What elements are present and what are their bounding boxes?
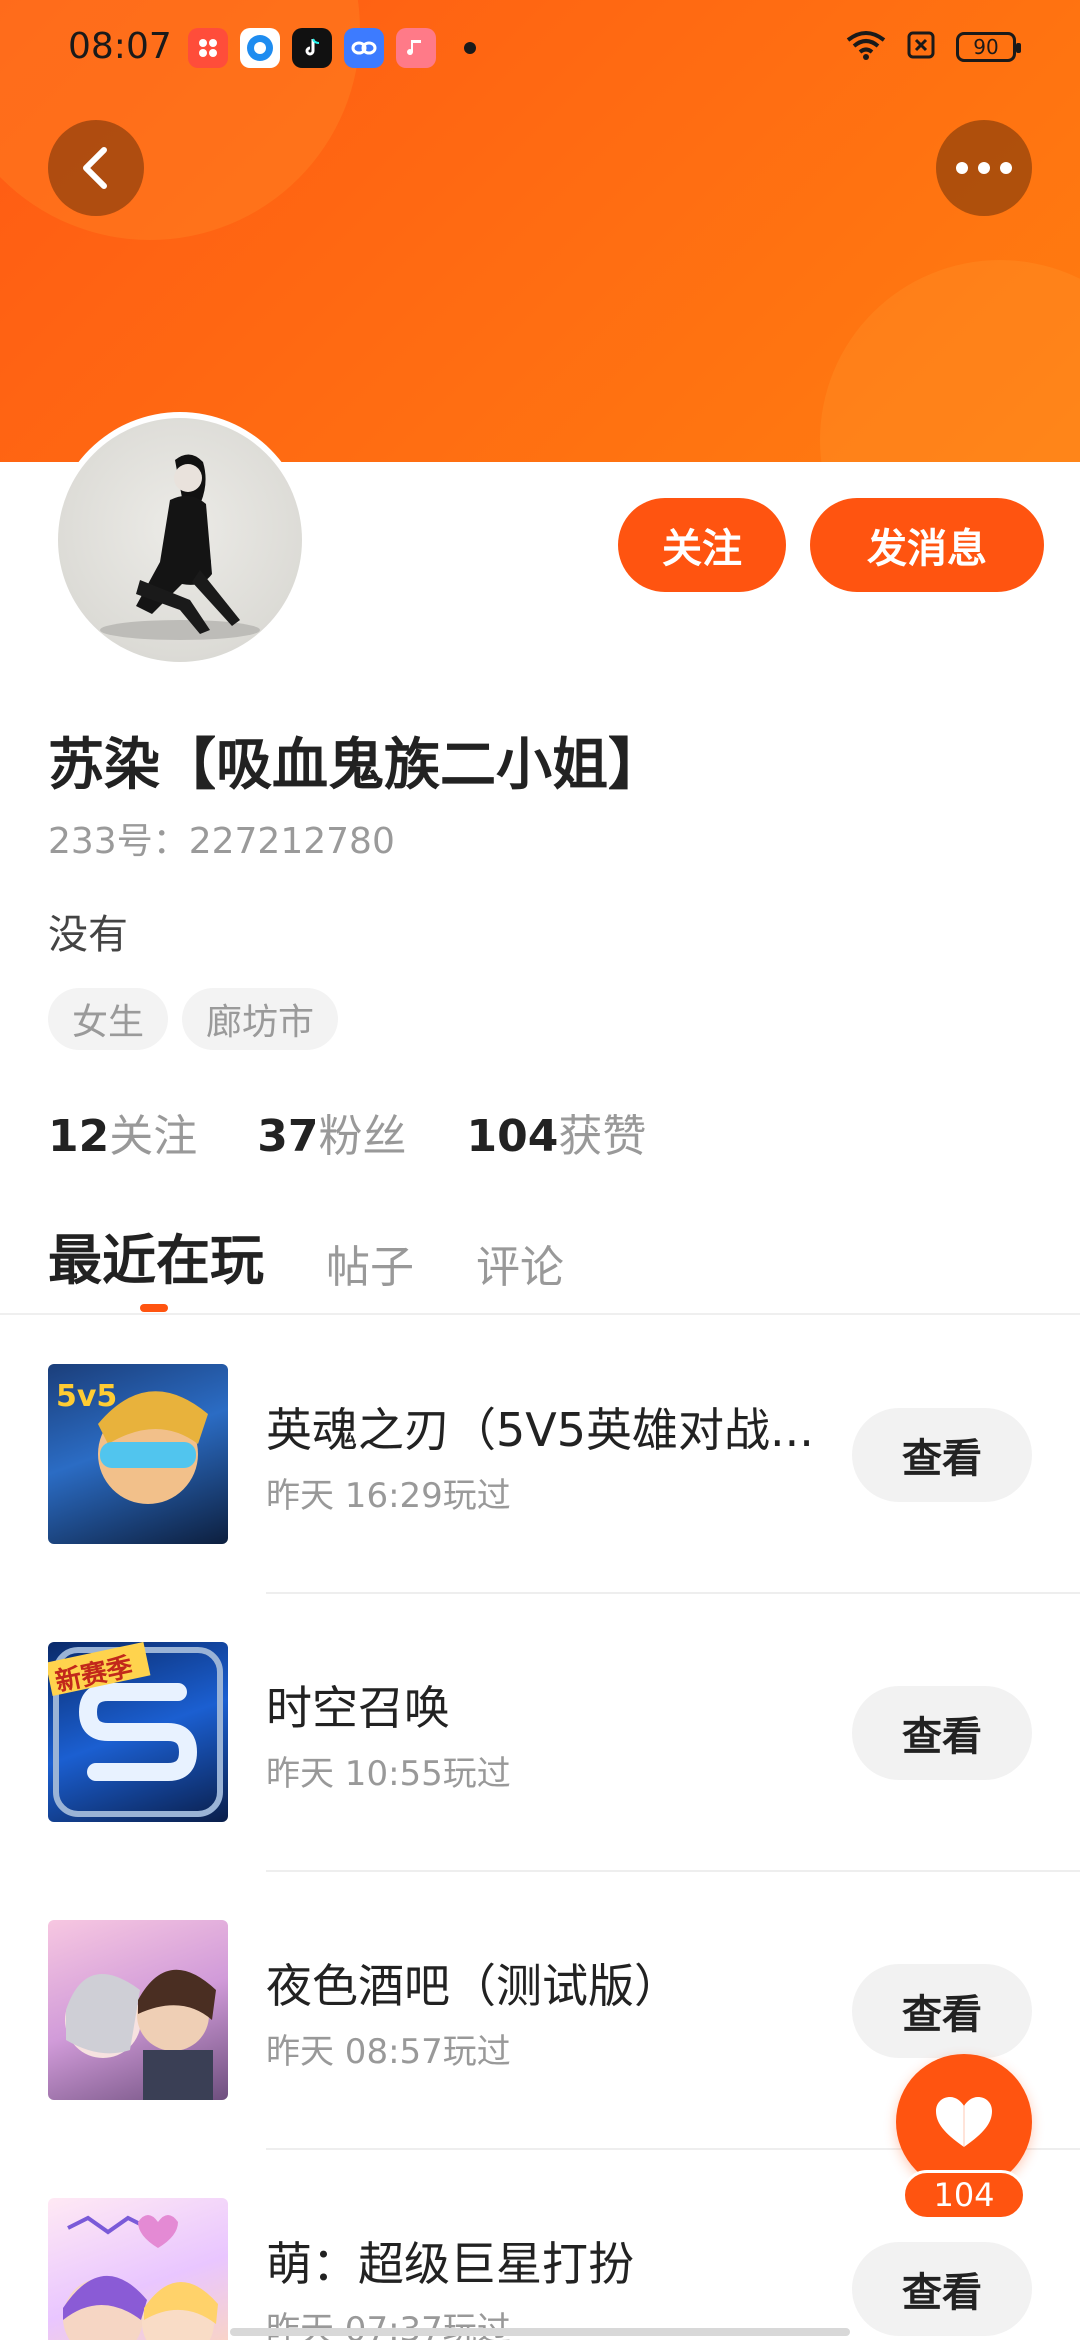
like-count-badge: 104 [902, 2170, 1026, 2220]
system-status-icons: 90 [846, 30, 1021, 64]
view-button[interactable]: 查看 [852, 1408, 1032, 1502]
game-name: 萌：超级巨星打扮 [266, 2237, 634, 2291]
profile-tabs: 最近在玩 帖子 评论 [48, 1216, 564, 1295]
link-icon [344, 28, 384, 68]
view-button[interactable]: 查看 [852, 1964, 1032, 2058]
list-item[interactable]: 5v5 英魂之刃（5V5英雄对战... 昨天 16:29玩过 查看 [0, 1316, 1080, 1594]
status-bar: 08:07 90 [0, 0, 1080, 96]
view-button[interactable]: 查看 [852, 2242, 1032, 2336]
music-icon [396, 28, 436, 68]
sim-off-icon [906, 30, 936, 64]
tag-gender: 女生 [48, 988, 169, 1050]
game-icon [48, 2198, 228, 2340]
stat-label: 获赞 [558, 1111, 647, 1162]
banner-decoration [820, 260, 1080, 462]
stat-number: 104 [466, 1111, 559, 1162]
follow-button[interactable]: 关注 [618, 498, 786, 592]
stat-number: 12 [48, 1111, 110, 1162]
wifi-icon [846, 30, 886, 64]
user-id: 233号：227212780 [48, 821, 395, 862]
bio: 没有 [48, 912, 128, 958]
stat-following[interactable]: 12 关注 [48, 1100, 197, 1164]
tab-comments[interactable]: 评论 [476, 1231, 564, 1295]
stat-followers[interactable]: 37 粉丝 [257, 1100, 406, 1164]
stats-row: 12 关注 37 粉丝 104 获赞 [48, 1100, 646, 1164]
game-name: 时空召唤 [266, 1681, 450, 1735]
heart-icon [936, 2097, 992, 2147]
game-name: 夜色酒吧（测试版） [266, 1959, 680, 2013]
message-button[interactable]: 发消息 [810, 498, 1044, 592]
stat-label: 粉丝 [318, 1111, 407, 1162]
stat-likes: 104 获赞 [466, 1100, 646, 1164]
tabs-divider [0, 1313, 1080, 1315]
view-button[interactable]: 查看 [852, 1686, 1032, 1780]
more-dots-icon [956, 162, 1012, 174]
battery-level: 90 [973, 35, 999, 59]
battery-icon: 90 [956, 32, 1021, 62]
tiktok-icon [292, 28, 332, 68]
tag-list: 女生 廊坊市 [48, 988, 339, 1050]
svg-text:5v5: 5v5 [56, 1379, 117, 1414]
game-icon: 5v5 [48, 1364, 228, 1544]
tag-location: 廊坊市 [182, 988, 339, 1050]
browser-icon [240, 28, 280, 68]
game-name: 英魂之刃（5V5英雄对战... [266, 1403, 814, 1457]
status-time: 08:07 [68, 26, 172, 67]
notification-dot [464, 42, 476, 54]
back-button[interactable] [48, 120, 144, 216]
home-indicator[interactable] [230, 2328, 850, 2336]
tab-recently-played[interactable]: 最近在玩 [48, 1216, 264, 1295]
app-grid-icon [188, 28, 228, 68]
game-icon: 新赛季 [48, 1642, 228, 1822]
chevron-left-icon [83, 147, 107, 189]
avatar[interactable] [52, 412, 308, 668]
game-last-played: 昨天 16:29玩过 [266, 1476, 511, 1516]
stat-number: 37 [257, 1111, 319, 1162]
avatar-image [58, 418, 302, 662]
tab-posts[interactable]: 帖子 [326, 1231, 414, 1295]
game-icon [48, 1920, 228, 2100]
game-last-played: 昨天 10:55玩过 [266, 1754, 511, 1794]
list-item[interactable]: 新赛季 时空召唤 昨天 10:55玩过 查看 [0, 1594, 1080, 1872]
username: 苏染【吸血鬼族二小姐】 [48, 733, 664, 798]
notification-icons [188, 28, 476, 68]
game-last-played: 昨天 08:57玩过 [266, 2032, 511, 2072]
stat-label: 关注 [109, 1111, 198, 1162]
tab-indicator [140, 1304, 168, 1312]
more-button[interactable] [936, 120, 1032, 216]
